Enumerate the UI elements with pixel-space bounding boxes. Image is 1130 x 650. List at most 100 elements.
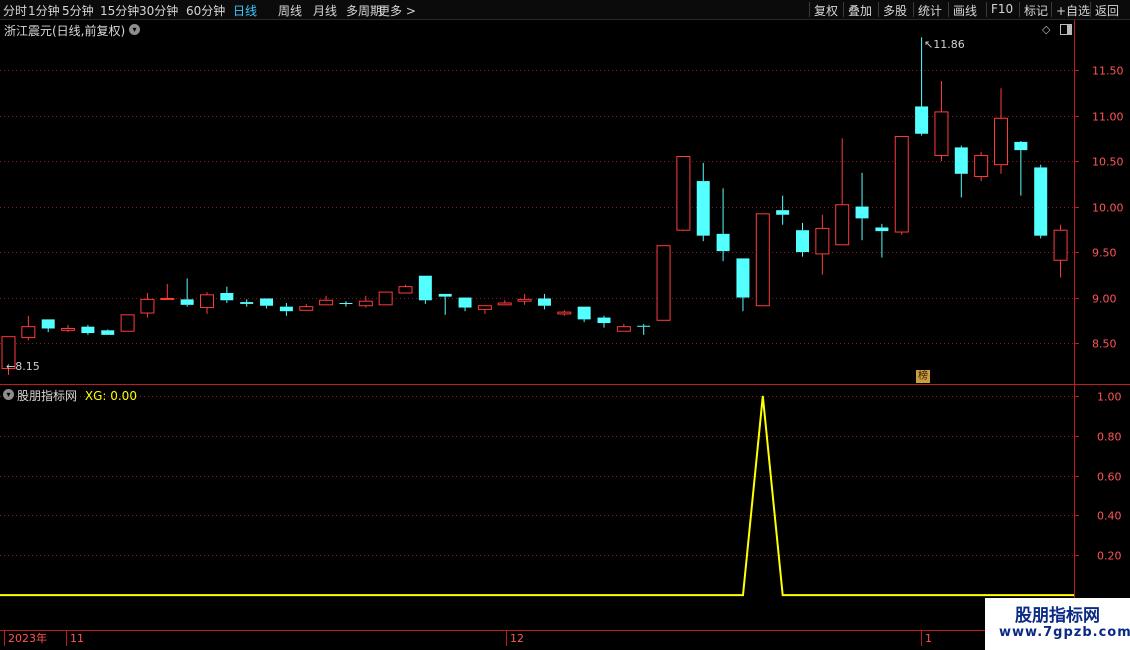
- candle-body: [81, 326, 95, 334]
- candle-body: [616, 326, 631, 332]
- candle-body: [815, 227, 830, 255]
- candle-body: [696, 181, 710, 236]
- candle-body: [41, 319, 55, 329]
- candle-body: [517, 298, 532, 302]
- candle-body: [637, 325, 651, 327]
- high-price-label: ↖11.86: [924, 38, 965, 51]
- candle: [458, 297, 472, 312]
- indicator-name[interactable]: 股朋指标网: [17, 389, 77, 403]
- candle-body: [796, 230, 809, 253]
- candle: [537, 293, 551, 310]
- candle-body: [101, 330, 115, 335]
- y-tick-label: 1.00: [1097, 391, 1122, 404]
- y-tick-label: 9.50: [1092, 247, 1117, 260]
- candle-body: [537, 298, 551, 306]
- candle: [220, 286, 234, 304]
- low-price-label: ←8.15: [6, 360, 40, 373]
- candle: [438, 293, 452, 315]
- candle: [776, 195, 790, 225]
- candle: [934, 80, 949, 162]
- chart-canvas: 8.509.009.5010.0010.5011.0011.50 0.200.4…: [0, 20, 1130, 646]
- event-badge[interactable]: 榜: [916, 370, 930, 383]
- x-tick-label: 11: [70, 632, 84, 645]
- panel-layout-icon[interactable]: [1060, 24, 1072, 35]
- y-tick-label: 8.50: [1092, 338, 1117, 351]
- xg-line: [0, 395, 1074, 597]
- candle-body: [438, 293, 452, 297]
- y-tick-label: 0.80: [1097, 431, 1122, 444]
- indicator-header: 股朋指标网 XG: 0.00: [17, 387, 137, 404]
- x-tick-label: 1: [925, 632, 932, 645]
- watermark-title: 股朋指标网: [1015, 606, 1100, 626]
- candle-body: [915, 106, 929, 134]
- y-tick-label: 11.50: [1092, 65, 1124, 78]
- main-grid: 8.50 9.00 9.50 10.00 10.50 11.00 11.50: [0, 65, 1124, 351]
- candle-body: [716, 233, 730, 252]
- candle: [21, 315, 36, 341]
- y-tick-label: 10.00: [1092, 202, 1124, 215]
- candle: [835, 138, 850, 246]
- candle: [339, 301, 353, 307]
- candle: [915, 37, 929, 136]
- candle: [656, 245, 671, 321]
- candle-body: [875, 227, 889, 232]
- candle-body: [458, 297, 472, 308]
- candle: [81, 324, 95, 335]
- candle: [378, 291, 393, 306]
- candle: [358, 295, 373, 308]
- candle-body: [477, 305, 492, 310]
- candle-body: [299, 306, 314, 311]
- candle: [597, 315, 611, 328]
- y-tick-label: 10.50: [1092, 156, 1124, 169]
- candle-body: [954, 147, 968, 174]
- y-tick-label: 11.00: [1092, 111, 1124, 124]
- candle-body: [358, 300, 373, 307]
- candle-body: [855, 206, 869, 219]
- candle: [418, 275, 432, 304]
- candle-body: [497, 302, 512, 306]
- candle-body: [260, 298, 274, 306]
- candle: [180, 278, 194, 307]
- low-price-value: 8.15: [15, 360, 40, 373]
- watermark: 股朋指标网 www.7gpzb.com: [985, 598, 1130, 650]
- candle: [140, 293, 155, 318]
- diamond-icon[interactable]: ◇: [1042, 23, 1050, 36]
- candle: [101, 329, 115, 335]
- candle: [855, 172, 869, 241]
- candle: [716, 188, 730, 262]
- candle: [477, 305, 492, 314]
- candle: [497, 300, 512, 306]
- candle-body: [1053, 229, 1068, 261]
- y-tick-label: 9.00: [1092, 293, 1117, 306]
- candle: [1014, 141, 1028, 196]
- watermark-url: www.7gpzb.com: [999, 625, 1130, 640]
- candle-body: [1034, 167, 1048, 236]
- candle: [319, 295, 334, 306]
- candle-body: [378, 291, 393, 306]
- candle-body: [240, 302, 254, 304]
- candle-body: [776, 210, 790, 215]
- candle-body: [894, 135, 909, 233]
- candle: [240, 299, 254, 307]
- x-tick-label: 12: [510, 632, 524, 645]
- title-dropdown-icon[interactable]: ▾: [129, 24, 140, 35]
- stock-title[interactable]: 浙江震元(日线,前复权): [4, 24, 125, 38]
- candle-body: [160, 297, 175, 300]
- candle-body: [120, 314, 135, 332]
- candle: [974, 151, 989, 182]
- candle: [260, 298, 274, 309]
- candle-body: [755, 213, 770, 307]
- y-tick-label: 0.60: [1097, 471, 1122, 484]
- candle-body: [577, 306, 591, 320]
- y-tick-label: 0.20: [1097, 550, 1122, 563]
- candle: [299, 303, 314, 311]
- candle: [994, 88, 1008, 174]
- xg-series: [0, 395, 1074, 597]
- candle: [577, 306, 591, 323]
- indicator-dropdown-icon[interactable]: ▾: [3, 389, 14, 400]
- candle-body: [974, 155, 989, 178]
- candle: [41, 319, 55, 333]
- candle: [755, 213, 770, 307]
- candle: [875, 223, 889, 258]
- y-tick-label: 0.40: [1097, 510, 1122, 523]
